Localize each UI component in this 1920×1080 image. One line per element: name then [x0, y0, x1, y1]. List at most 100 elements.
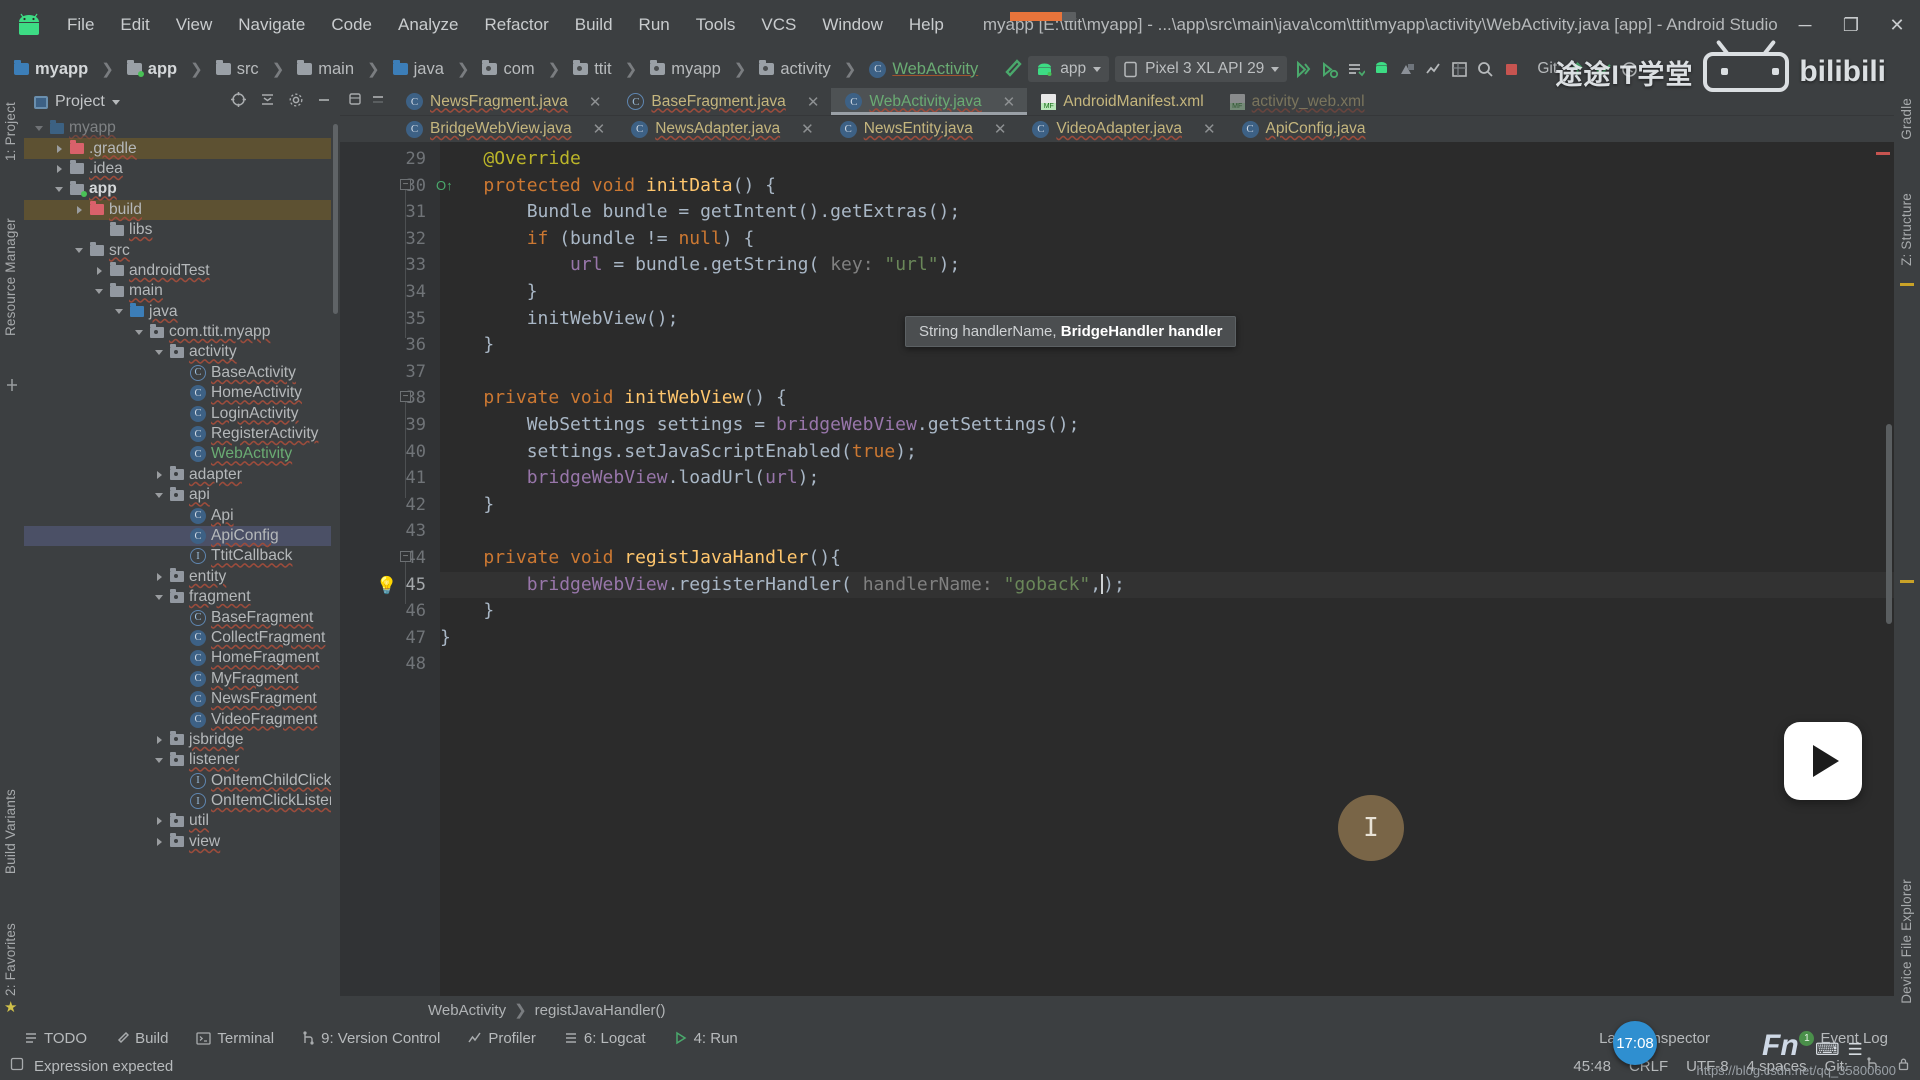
- chevron-down-icon[interactable]: [154, 490, 165, 501]
- sidebar-item-gradle[interactable]: Gradle: [1899, 98, 1914, 140]
- hide-panel-icon[interactable]: [316, 92, 332, 113]
- tree-item-homefragment[interactable]: C HomeFragment: [24, 648, 331, 668]
- chevron-down-icon[interactable]: [34, 123, 45, 134]
- build-hammer-icon[interactable]: [1000, 58, 1022, 80]
- menu-view[interactable]: View: [163, 11, 226, 39]
- code-line[interactable]: }: [440, 625, 1894, 652]
- project-tree[interactable]: myapp .gradle .idea app build libs src androidT…: [24, 118, 331, 1024]
- tool-window-build[interactable]: Build: [101, 1030, 182, 1047]
- code-line[interactable]: private void registJavaHandler(){: [440, 545, 1894, 572]
- tree-item-listener[interactable]: listener: [24, 750, 331, 770]
- tree-item--gradle[interactable]: .gradle: [24, 138, 331, 159]
- chevron-right-icon[interactable]: [154, 836, 165, 847]
- chevron-down-icon[interactable]: [134, 327, 145, 338]
- close-icon[interactable]: ✕: [801, 120, 814, 138]
- collapse-all-icon[interactable]: [259, 91, 276, 113]
- apply-changes-icon[interactable]: [1345, 59, 1365, 79]
- code-line[interactable]: }: [440, 492, 1894, 519]
- hide-editor-tabs-icon[interactable]: [370, 92, 386, 111]
- tree-item-java[interactable]: java: [24, 302, 331, 322]
- chevron-down-icon[interactable]: [94, 286, 105, 297]
- run-icon[interactable]: [1293, 59, 1313, 79]
- close-icon[interactable]: ✕: [994, 120, 1007, 138]
- tree-item-adapter[interactable]: adapter: [24, 465, 331, 485]
- tab-apiconfig-java[interactable]: C ApiConfig.java: [1228, 116, 1378, 142]
- code-line[interactable]: [440, 651, 1894, 678]
- breadcrumb-item-app[interactable]: app: [148, 60, 177, 79]
- vcs-update-icon[interactable]: [1567, 59, 1587, 79]
- tree-item-videofragment[interactable]: C VideoFragment: [24, 709, 331, 729]
- close-icon[interactable]: ✕: [1003, 93, 1016, 111]
- fold-collapse-icon[interactable]: −: [400, 551, 411, 562]
- avd-manager-icon[interactable]: [1371, 59, 1391, 79]
- tree-item-baseactivity[interactable]: C BaseActivity: [24, 363, 331, 383]
- code-line[interactable]: bridgeWebView.registerHandler( handlerNa…: [440, 571, 1894, 599]
- menu-help[interactable]: Help: [896, 11, 957, 39]
- chevron-down-icon[interactable]: [154, 755, 165, 766]
- menu-refactor[interactable]: Refactor: [471, 11, 561, 39]
- close-icon[interactable]: ✕: [589, 93, 602, 111]
- device-selector[interactable]: Pixel 3 XL API 29: [1115, 56, 1288, 82]
- tree-item-entity[interactable]: entity: [24, 567, 331, 587]
- breadcrumb-item-ttit[interactable]: ttit: [594, 60, 611, 79]
- chevron-right-icon[interactable]: [154, 469, 165, 480]
- panel-settings-icon[interactable]: [288, 92, 304, 113]
- chevron-right-icon[interactable]: [154, 571, 165, 582]
- code-line[interactable]: }: [440, 279, 1894, 306]
- menu-build[interactable]: Build: [562, 11, 626, 39]
- intention-bulb-icon[interactable]: 💡: [376, 573, 397, 600]
- code-editor[interactable]: 29 30 31 32 33 34 35 36 37 38 39 40 41 42 43 44 45 46 47 48…: [340, 142, 1894, 996]
- breadcrumb-item-myapp-pkg[interactable]: myapp: [671, 60, 721, 79]
- close-icon[interactable]: ✕: [1203, 120, 1216, 138]
- breadcrumb-item-main[interactable]: main: [318, 60, 354, 79]
- code-line[interactable]: [440, 359, 1894, 386]
- editor-vertical-scrollbar[interactable]: [1886, 424, 1892, 624]
- tree-item-app[interactable]: app: [24, 179, 331, 199]
- tree-item-loginactivity[interactable]: C LoginActivity: [24, 403, 331, 423]
- chevron-right-icon[interactable]: [94, 265, 105, 276]
- tab-basefragment-java[interactable]: C BaseFragment.java ✕: [613, 88, 831, 115]
- code-line[interactable]: settings.setJavaScriptEnabled(true);: [440, 439, 1894, 466]
- tree-item-activity[interactable]: activity: [24, 342, 331, 362]
- tree-item-com-ttit-myapp[interactable]: com.ttit.myapp: [24, 322, 331, 342]
- chevron-down-icon[interactable]: [74, 245, 85, 256]
- code-line[interactable]: protected void initData() {: [440, 173, 1894, 200]
- tree-item-onitemchildclicklistene[interactable]: I OnItemChildClickListene: [24, 771, 331, 791]
- fold-collapse-icon[interactable]: −: [400, 391, 411, 403]
- debug-icon[interactable]: [1319, 59, 1339, 79]
- vcs-history-icon[interactable]: [1619, 59, 1639, 79]
- tree-item-myapp[interactable]: myapp: [24, 118, 331, 138]
- code-line[interactable]: @Override: [440, 146, 1894, 173]
- tree-item-basefragment[interactable]: C BaseFragment: [24, 607, 331, 627]
- tree-item-libs[interactable]: libs: [24, 220, 331, 240]
- tab-androidmanifest-xml[interactable]: AndroidManifest.xml: [1027, 88, 1215, 115]
- menu-window[interactable]: Window: [809, 11, 895, 39]
- tree-item-api[interactable]: C Api: [24, 505, 331, 525]
- error-stripe-marker[interactable]: [1876, 152, 1890, 155]
- sidebar-item-build-variants[interactable]: Build Variants: [3, 789, 18, 874]
- sidebar-item-structure[interactable]: Z: Structure: [1899, 193, 1914, 266]
- maximize-button[interactable]: ❐: [1828, 5, 1874, 45]
- close-icon[interactable]: ✕: [593, 120, 606, 138]
- tab-newsfragment-java[interactable]: C NewsFragment.java ✕: [392, 88, 613, 115]
- tree-item-ttitcallback[interactable]: I TtitCallback: [24, 546, 331, 566]
- tree-item-webactivity[interactable]: C WebActivity: [24, 444, 331, 464]
- sidebar-item-project[interactable]: 1: Project: [3, 102, 18, 161]
- tree-item--idea[interactable]: .idea: [24, 159, 331, 179]
- breadcrumb-item-com[interactable]: com: [503, 60, 534, 79]
- vcs-commit-icon[interactable]: [1593, 59, 1613, 79]
- chevron-right-icon[interactable]: [74, 204, 85, 215]
- tab-bridgewebview-java[interactable]: C BridgeWebView.java ✕: [392, 116, 617, 142]
- tab-videoadapter-java[interactable]: C VideoAdapter.java ✕: [1018, 116, 1227, 142]
- menu-tools[interactable]: Tools: [683, 11, 749, 39]
- profiler-toolbar-icon[interactable]: [1423, 59, 1443, 79]
- menu-run[interactable]: Run: [626, 11, 683, 39]
- menu-bar[interactable]: File Edit View Navigate Code Analyze Ref…: [54, 11, 957, 39]
- breadcrumb-item-java[interactable]: java: [414, 60, 444, 79]
- code-line[interactable]: bridgeWebView.loadUrl(url);: [440, 465, 1894, 492]
- breadcrumb-item-webactivity[interactable]: WebActivity: [892, 60, 978, 79]
- tool-window-logcat[interactable]: 6: Logcat: [550, 1030, 660, 1047]
- tool-window-terminal[interactable]: Terminal: [182, 1030, 288, 1047]
- caret-position[interactable]: 45:48: [1573, 1058, 1611, 1075]
- scroll-from-source-icon[interactable]: [230, 91, 247, 113]
